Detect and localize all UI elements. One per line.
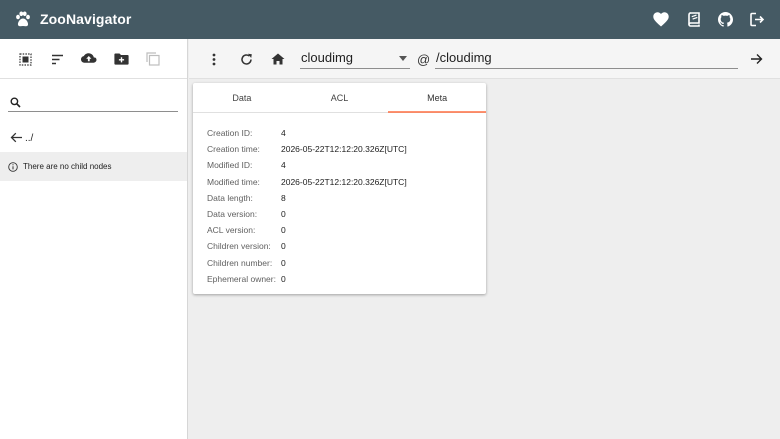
node-toolbar: cloudimg @ /cloudimg	[189, 39, 780, 79]
meta-key: Modified time:	[207, 176, 260, 187]
search-input[interactable]	[26, 93, 176, 109]
search-icon	[10, 95, 21, 108]
at-separator: @	[417, 52, 431, 67]
create-folder-icon[interactable]	[112, 50, 130, 68]
meta-value: 0	[281, 257, 286, 268]
tab-meta[interactable]: Meta	[388, 83, 486, 113]
github-icon[interactable]	[716, 10, 734, 28]
meta-row: Data version: 0	[207, 206, 407, 222]
node-details-card: Data ACL Meta Creation ID: 4 Creation tim…	[193, 83, 486, 294]
meta-key: Ephemeral owner:	[207, 273, 276, 284]
meta-value: 0	[281, 273, 286, 284]
heart-icon[interactable]	[652, 10, 670, 28]
arrow-forward-icon[interactable]	[747, 50, 765, 68]
meta-key: Creation ID:	[207, 128, 253, 139]
meta-key: Modified ID:	[207, 160, 253, 171]
header-actions	[652, 10, 766, 28]
paw-icon	[14, 11, 32, 28]
meta-value: 0	[281, 209, 286, 220]
parent-node-label: ../	[25, 132, 34, 144]
meta-value: 2026-05-22T12:12:20.326Z[UTC]	[281, 144, 407, 155]
meta-row: Data length: 8	[207, 190, 407, 206]
app-header: ZooNavigator	[0, 0, 780, 39]
meta-row: Ephemeral owner: 0	[207, 271, 407, 287]
meta-row: Creation time: 2026-05-22T12:12:20.326Z[U…	[207, 141, 407, 157]
parent-node-link[interactable]: ../	[10, 130, 33, 146]
host-select-value: cloudimg	[301, 50, 354, 65]
meta-value: 4	[281, 128, 286, 139]
empty-children-notice: There are no child nodes	[0, 152, 187, 181]
host-select[interactable]: cloudimg	[300, 47, 410, 69]
node-tabs: Data ACL Meta	[193, 83, 486, 113]
info-icon	[8, 161, 18, 172]
meta-row: Modified time: 2026-05-22T12:12:20.326Z[U…	[207, 174, 407, 190]
meta-row: Creation ID: 4	[207, 125, 407, 141]
meta-value: 0	[281, 241, 286, 252]
meta-value: 0	[281, 225, 286, 236]
arrow-back-icon	[10, 132, 24, 144]
chevron-down-icon	[399, 56, 407, 61]
more-vert-icon[interactable]	[205, 50, 223, 68]
meta-key: Data version:	[207, 209, 258, 220]
meta-value: 2026-05-22T12:12:20.326Z[UTC]	[281, 176, 407, 187]
meta-value: 8	[281, 192, 286, 203]
tab-acl[interactable]: ACL	[291, 83, 389, 112]
meta-key: ACL version:	[207, 225, 256, 236]
app-title: ZooNavigator	[40, 11, 132, 27]
path-input[interactable]: /cloudimg	[435, 47, 738, 69]
select-all-icon[interactable]	[16, 50, 34, 68]
home-icon[interactable]	[269, 50, 287, 68]
sort-icon[interactable]	[48, 50, 66, 68]
meta-row: Children version: 0	[207, 238, 407, 254]
meta-row: Modified ID: 4	[207, 157, 407, 173]
sidebar: ../ There are no child nodes	[0, 39, 188, 439]
path-input-value: /cloudimg	[436, 50, 492, 65]
search-field	[8, 92, 178, 112]
book-icon[interactable]	[684, 10, 702, 28]
meta-value: 4	[281, 160, 286, 171]
tab-data[interactable]: Data	[193, 83, 291, 112]
meta-row: ACL version: 0	[207, 222, 407, 238]
meta-key: Creation time:	[207, 144, 260, 155]
meta-key: Children version:	[207, 241, 271, 252]
sidebar-toolbar	[0, 39, 187, 79]
refresh-icon[interactable]	[237, 50, 255, 68]
meta-key: Data length:	[207, 192, 253, 203]
logout-icon[interactable]	[748, 10, 766, 28]
copy-icon[interactable]	[144, 50, 162, 68]
meta-key: Children number:	[207, 257, 273, 268]
empty-children-message: There are no child nodes	[23, 162, 112, 171]
cloud-upload-icon[interactable]	[80, 50, 98, 68]
meta-row: Children number: 0	[207, 255, 407, 271]
meta-table: Creation ID: 4 Creation time: 2026-05-22T1…	[207, 125, 407, 287]
